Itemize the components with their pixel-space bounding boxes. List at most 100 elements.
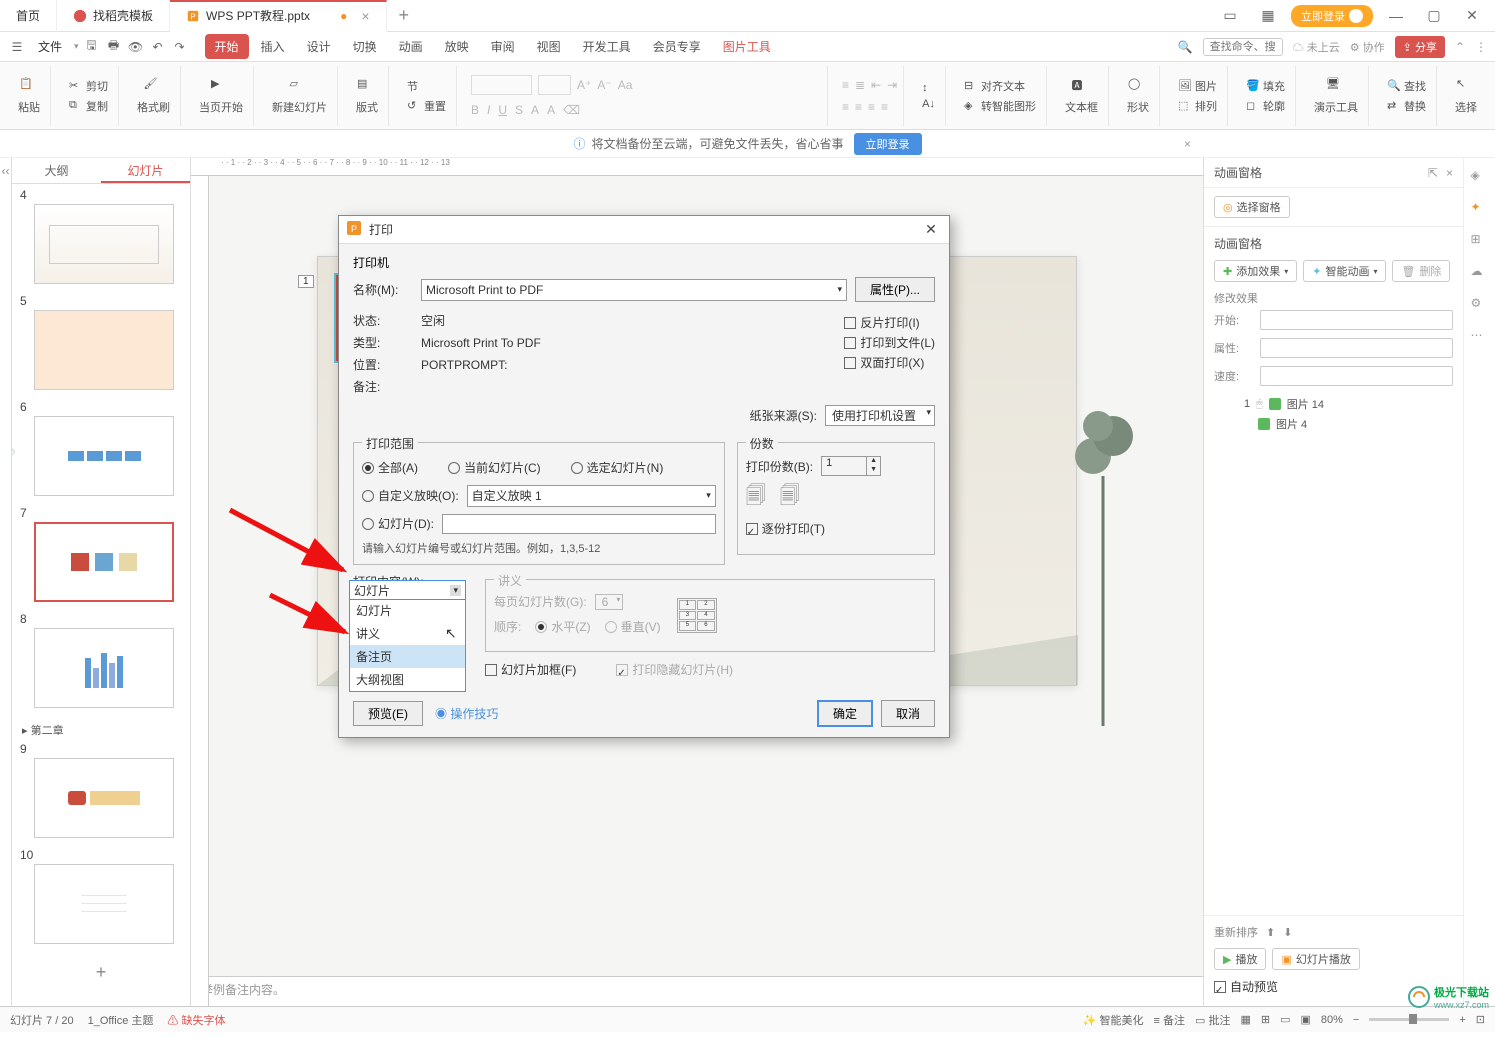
add-slide-button[interactable]: + xyxy=(20,954,182,991)
zoom-slider[interactable] xyxy=(1369,1018,1449,1021)
section-header[interactable]: ▸ 第二章 xyxy=(20,718,182,742)
select-pane-button[interactable]: ◎选择窗格 xyxy=(1214,196,1290,218)
dd-option-notes[interactable]: 备注页 xyxy=(350,645,465,668)
format-painter-button[interactable]: 🖌格式刷 xyxy=(133,75,174,117)
minimize-button[interactable]: — xyxy=(1381,8,1411,24)
ribbon-tab-view[interactable]: 视图 xyxy=(527,34,571,59)
ribbon-tab-design[interactable]: 设计 xyxy=(297,34,341,59)
copy-button[interactable]: ⧉复制 xyxy=(65,97,112,115)
more-icon[interactable]: ⋮ xyxy=(1475,40,1487,54)
italic-icon[interactable]: I xyxy=(487,103,490,117)
view-reading-icon[interactable]: ▭ xyxy=(1280,1013,1290,1026)
sparkle-icon[interactable]: ✦ xyxy=(1471,200,1489,218)
puzzle-icon[interactable]: ⊞ xyxy=(1471,232,1489,250)
notes-toggle[interactable]: ≡ 备注 xyxy=(1154,1012,1185,1028)
command-search-input[interactable] xyxy=(1203,38,1283,56)
ai-beautify[interactable]: ✨ 智能美化 xyxy=(1083,1012,1144,1028)
delete-effect-button[interactable]: 🗑删除 xyxy=(1392,260,1450,282)
reset-button[interactable]: ↺重置 xyxy=(403,97,450,115)
print-icon[interactable]: 🖶 xyxy=(105,38,123,56)
ribbon-tab-start[interactable]: 开始 xyxy=(205,34,249,59)
view-sorter-icon[interactable]: ⊞ xyxy=(1261,1013,1270,1026)
undo-icon[interactable]: ↶ xyxy=(149,38,167,56)
frame-slides-checkbox[interactable]: 幻灯片加框(F) xyxy=(485,661,576,678)
ribbon-tab-review[interactable]: 审阅 xyxy=(481,34,525,59)
cloud-icon[interactable]: ☁ xyxy=(1471,264,1489,282)
outline-tab[interactable]: 大纲 xyxy=(12,158,101,183)
collapse-ribbon-icon[interactable]: ⌃ xyxy=(1455,40,1465,54)
search-icon[interactable]: 🔍 xyxy=(1178,40,1193,54)
cut-button[interactable]: ✂剪切 xyxy=(65,77,112,95)
range-current-radio[interactable]: 当前幻灯片(C) xyxy=(448,459,541,476)
from-current-button[interactable]: ▶当页开始 xyxy=(195,75,247,117)
coop-button[interactable]: ⚙ 协作 xyxy=(1350,39,1385,55)
preview-icon[interactable]: 👁 xyxy=(127,38,145,56)
collapse-thumbs[interactable]: ‹‹ xyxy=(0,158,12,1006)
file-menu[interactable]: 文件 xyxy=(30,38,70,55)
slide-thumb[interactable] xyxy=(34,310,174,390)
decrease-font-icon[interactable]: A⁻ xyxy=(597,78,611,92)
play-button[interactable]: ▶播放 xyxy=(1214,948,1266,970)
dialog-close-button[interactable]: ✕ xyxy=(921,221,941,238)
preview-button[interactable]: 预览(E) xyxy=(353,701,423,726)
numbering-icon[interactable]: ≣ xyxy=(855,78,865,92)
notes-pane[interactable]: 举例备注内容。 xyxy=(191,976,1203,1006)
tab-document[interactable]: P WPS PPT教程.pptx ● × xyxy=(170,0,386,32)
print-to-file-checkbox[interactable]: 打印到文件(L) xyxy=(844,334,935,351)
anim-tree-item[interactable]: 1🖱图片 14 xyxy=(1214,394,1453,414)
zoom-out-icon[interactable]: − xyxy=(1353,1014,1359,1026)
printer-name-select[interactable]: Microsoft Print to PDF▾ xyxy=(421,279,847,301)
cancel-button[interactable]: 取消 xyxy=(881,700,935,727)
layout-icon[interactable]: ▭ xyxy=(1215,7,1245,24)
close-panel-icon[interactable]: × xyxy=(1446,166,1453,180)
anim-tree-item[interactable]: 图片 4 xyxy=(1214,414,1453,434)
replace-button[interactable]: ⇄替换 xyxy=(1383,97,1430,115)
view-slideshow-icon[interactable]: ▣ xyxy=(1300,1013,1310,1026)
start-dropdown[interactable] xyxy=(1260,310,1453,330)
grid-icon[interactable]: ▦ xyxy=(1253,7,1283,24)
comments-toggle[interactable]: ▭ 批注 xyxy=(1195,1012,1230,1028)
close-window-button[interactable]: ✕ xyxy=(1457,7,1487,24)
clear-format-icon[interactable]: ⌫ xyxy=(563,103,580,117)
ribbon-tab-member[interactable]: 会员专享 xyxy=(643,34,711,59)
dd-option-outline[interactable]: 大纲视图 xyxy=(350,668,465,691)
tab-home[interactable]: 首页 xyxy=(0,0,57,32)
ribbon-tab-insert[interactable]: 插入 xyxy=(251,34,295,59)
range-selected-radio[interactable]: 选定幻灯片(N) xyxy=(571,459,664,476)
save-icon[interactable]: 🖫 xyxy=(83,38,101,56)
smart-animation-button[interactable]: ✦智能动画▾ xyxy=(1303,260,1386,282)
ribbon-tab-slideshow[interactable]: 放映 xyxy=(435,34,479,59)
image-button[interactable]: 🖼图片 xyxy=(1174,77,1221,95)
slides-radio[interactable]: 幻灯片(D): xyxy=(362,515,434,532)
collate-checkbox[interactable]: 逐份打印(T) xyxy=(746,520,926,537)
thumb-list[interactable]: 4✦ 5✦ 6✦🔊 7✦ 8✦ ▸ 第二章 9✦ 10—————————————… xyxy=(12,184,190,1006)
cloud-status[interactable]: ☁ 未上云 xyxy=(1293,39,1340,55)
new-slide-button[interactable]: ▱新建幻灯片 xyxy=(268,75,331,117)
ok-button[interactable]: 确定 xyxy=(817,700,873,727)
view-normal-icon[interactable]: ▦ xyxy=(1240,1013,1250,1026)
share-button[interactable]: ⇪ 分享 xyxy=(1395,36,1445,58)
printer-properties-button[interactable]: 属性(P)... xyxy=(855,277,935,302)
add-effect-button[interactable]: ✚添加效果▾ xyxy=(1214,260,1297,282)
login-button[interactable]: 立即登录 xyxy=(1291,5,1373,27)
ellipsis-icon[interactable]: ⋯ xyxy=(1471,328,1489,346)
gear-icon[interactable]: ⚙ xyxy=(1471,296,1489,314)
select-button[interactable]: ↖选择 xyxy=(1451,75,1481,117)
move-down-icon[interactable]: ⬇ xyxy=(1283,926,1292,939)
present-button[interactable]: 🖥演示工具 xyxy=(1310,75,1362,117)
dd-option-slides[interactable]: 幻灯片 xyxy=(350,599,465,622)
outline-button[interactable]: ◻轮廓 xyxy=(1242,97,1289,115)
highlight-icon[interactable]: A xyxy=(547,103,555,117)
slideshow-button[interactable]: ▣幻灯片播放 xyxy=(1272,948,1359,970)
redo-icon[interactable]: ↷ xyxy=(171,38,189,56)
custom-show-radio[interactable]: 自定义放映(O): xyxy=(362,487,459,504)
slide-thumb[interactable]: ——————————————————————————— xyxy=(34,864,174,944)
smartart-button[interactable]: ◈转智能图形 xyxy=(960,97,1040,115)
bullets-icon[interactable]: ≡ xyxy=(842,78,849,92)
banner-close-icon[interactable]: × xyxy=(1184,137,1191,151)
slides-tab[interactable]: 幻灯片 xyxy=(101,158,190,183)
range-all-radio[interactable]: 全部(A) xyxy=(362,459,418,476)
custom-show-select[interactable]: 自定义放映 1▾ xyxy=(467,485,716,507)
pin-icon[interactable]: ⇱ xyxy=(1428,166,1438,180)
hamburger-icon[interactable]: ☰ xyxy=(8,38,26,56)
